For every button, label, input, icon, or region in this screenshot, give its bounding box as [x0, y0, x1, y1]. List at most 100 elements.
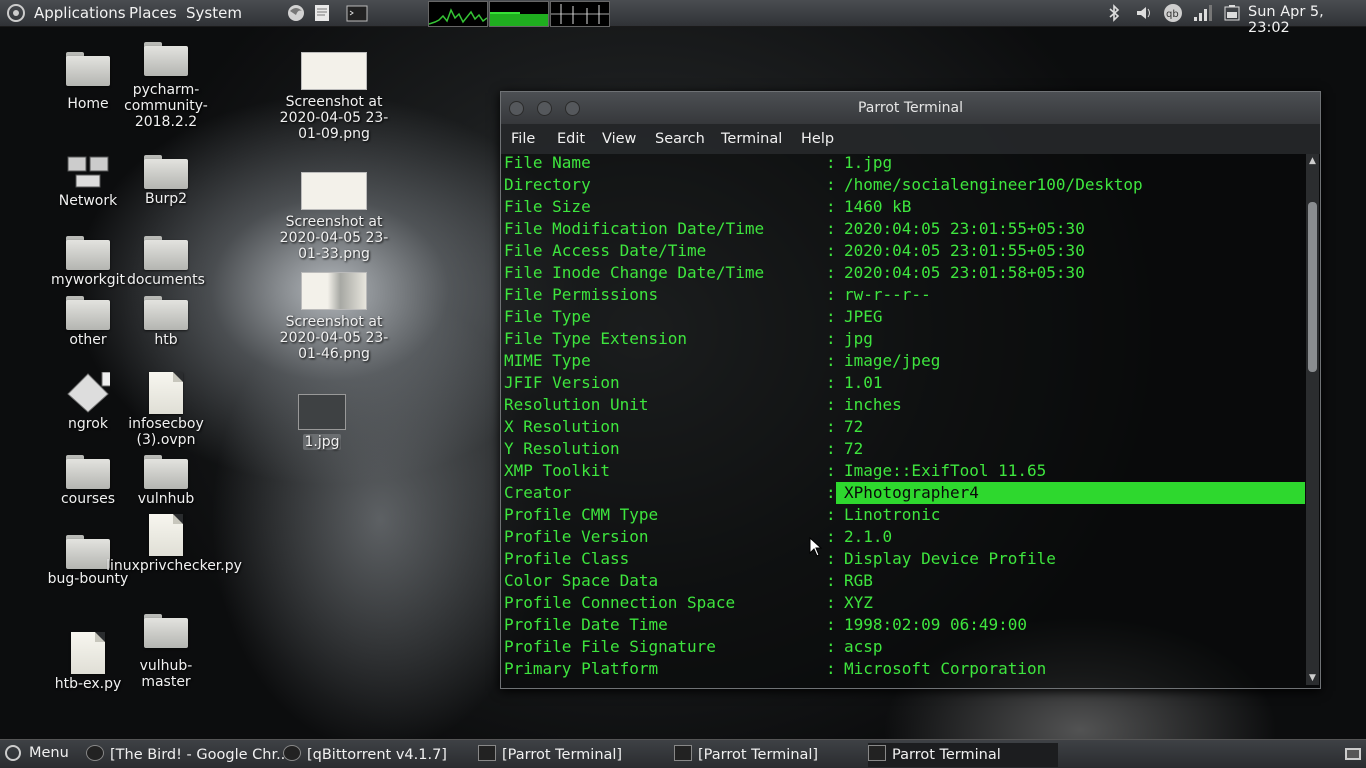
exif-key: Profile Connection Space [504, 593, 736, 612]
network-monitor-graph [550, 1, 610, 27]
volume-icon[interactable] [1134, 3, 1154, 23]
file-icon [71, 632, 105, 674]
scroll-down-arrow-icon[interactable]: ▼ [1306, 673, 1319, 683]
terminal-launcher-icon[interactable] [346, 3, 368, 23]
menu-search[interactable]: Search [655, 131, 705, 147]
task-chrome[interactable]: [The Bird! - Google Chr... [86, 745, 290, 763]
exif-value: Microsoft Corporation [844, 659, 1047, 678]
desktop-icon-burp2[interactable]: Burp2 [116, 155, 216, 207]
exif-separator: : [826, 593, 836, 612]
folder-icon [66, 455, 110, 489]
scrollbar-thumb[interactable] [1308, 202, 1317, 372]
top-panel: Applications Places System qb Sun Apr 5,… [0, 0, 1366, 36]
exif-key: File Type Extension [504, 329, 688, 348]
exif-key: XMP Toolkit [504, 461, 610, 480]
network-signal-icon[interactable] [1192, 3, 1212, 23]
desktop-icon-screenshot-2[interactable]: Screenshot at 2020-04-05 23-01-33.png [276, 172, 392, 262]
menu-help[interactable]: Help [801, 131, 834, 147]
firefox-icon[interactable] [286, 3, 306, 23]
exif-separator: : [826, 505, 836, 524]
exif-value: 2020:04:05 23:01:55+05:30 [844, 241, 1085, 260]
exif-separator: : [826, 615, 836, 634]
exif-key: File Permissions [504, 285, 659, 304]
terminal-window[interactable]: Parrot Terminal File Edit View Search Te… [500, 91, 1321, 689]
terminal-icon [674, 745, 692, 761]
network-icon [67, 156, 109, 188]
exif-value: /home/socialengineer100/Desktop [844, 175, 1143, 194]
exif-key: Profile Class [504, 549, 630, 568]
bluetooth-icon[interactable] [1104, 3, 1124, 23]
desktop-icon-ovpn[interactable]: infosecboy (3).ovpn [116, 372, 216, 448]
menu-edit[interactable]: Edit [557, 131, 585, 147]
desktop-icon-pycharm[interactable]: pycharm-community-2018.2.2 [116, 42, 216, 130]
desktop-icon-htb[interactable]: htb [116, 296, 216, 348]
terminal-titlebar[interactable]: Parrot Terminal [501, 92, 1320, 124]
exif-value: acsp [844, 637, 883, 656]
folder-icon [144, 155, 188, 189]
folder-icon [144, 296, 188, 330]
battery-icon[interactable] [1222, 3, 1242, 23]
clock[interactable]: Sun Apr 5, 23:02 [1248, 4, 1366, 36]
window-title: Parrot Terminal [857, 100, 964, 116]
exif-separator: : [826, 637, 836, 656]
exif-value: inches [844, 395, 902, 414]
exif-value: XPhotographer4 [836, 482, 1305, 504]
desktop-icon-screenshot-1[interactable]: Screenshot at 2020-04-05 23-01-09.png [276, 52, 392, 142]
exif-separator: : [826, 461, 836, 480]
folder-icon [144, 236, 188, 270]
image-thumbnail [301, 52, 367, 90]
exif-value: JPEG [844, 307, 883, 326]
task-terminal-1[interactable]: [Parrot Terminal] [478, 745, 622, 763]
exif-separator: : [826, 241, 836, 260]
menu-applications[interactable]: Applications [34, 4, 126, 22]
menu-places[interactable]: Places [129, 4, 177, 22]
menu-file[interactable]: File [511, 131, 535, 147]
image-thumbnail [298, 394, 346, 430]
exif-key: File Name [504, 154, 591, 172]
exif-value: image/jpeg [844, 351, 941, 370]
exif-key: Directory [504, 175, 591, 194]
desktop-icon-1jpg[interactable]: 1.jpg [290, 394, 354, 450]
show-desktop-icon[interactable] [1344, 745, 1362, 763]
terminal-icon [868, 745, 886, 761]
exif-key: Profile Version [504, 527, 649, 546]
exif-row: X Resolution:72 [504, 416, 1305, 438]
exif-row: File Inode Change Date/Time:2020:04:05 2… [504, 262, 1305, 284]
desktop-icon-linuxprivchecker[interactable]: linuxprivchecker.py [106, 514, 242, 574]
parrot-logo-icon[interactable] [6, 3, 26, 23]
exif-separator: : [826, 527, 836, 546]
task-terminal-active[interactable]: Parrot Terminal [868, 743, 1058, 767]
folder-icon [144, 42, 188, 76]
exif-key: Resolution Unit [504, 395, 649, 414]
desktop-icon-documents[interactable]: documents [116, 236, 216, 288]
terminal-output[interactable]: File Name:1.jpg Directory:/home/socialeng… [502, 154, 1305, 685]
exif-separator: : [826, 175, 836, 194]
exif-separator: : [826, 154, 836, 172]
menu-terminal[interactable]: Terminal [721, 131, 782, 147]
exif-separator: : [826, 197, 836, 216]
qbittorrent-icon [283, 745, 301, 761]
exif-value: XYZ [844, 593, 873, 612]
text-editor-icon[interactable] [312, 3, 332, 23]
exif-row: Resolution Unit: inches [504, 394, 1305, 416]
task-qbittorrent[interactable]: [qBittorrent v4.1.7] [283, 745, 447, 763]
exif-row: File Type: JPEG [504, 306, 1305, 328]
image-thumbnail [301, 172, 367, 210]
exif-separator: : [826, 329, 836, 348]
task-terminal-2[interactable]: [Parrot Terminal] [674, 745, 818, 763]
exif-row: Creator: XPhotographer4 [504, 482, 1305, 504]
exif-row: Profile Date Time:1998:02:09 06:49:00 [504, 614, 1305, 636]
menu-system[interactable]: System [186, 4, 242, 22]
desktop-icon-screenshot-3[interactable]: Screenshot at 2020-04-05 23-01-46.png [276, 272, 392, 362]
desktop-icon-vulhub-master[interactable]: vulhub-master [116, 614, 216, 690]
scroll-up-arrow-icon[interactable]: ▲ [1306, 156, 1319, 166]
terminal-scrollbar[interactable]: ▲ ▼ [1306, 154, 1319, 685]
desktop-icon-vulnhub[interactable]: vulnhub [116, 455, 216, 507]
parrot-menu-icon[interactable] [4, 744, 22, 762]
menu-button[interactable]: Menu [29, 745, 69, 761]
qbittorrent-tray-icon[interactable]: qb [1162, 3, 1182, 23]
menu-view[interactable]: View [602, 131, 636, 147]
exif-key: Profile File Signature [504, 637, 716, 656]
folder-icon [66, 52, 110, 86]
exif-row: JFIF Version:1.01 [504, 372, 1305, 394]
